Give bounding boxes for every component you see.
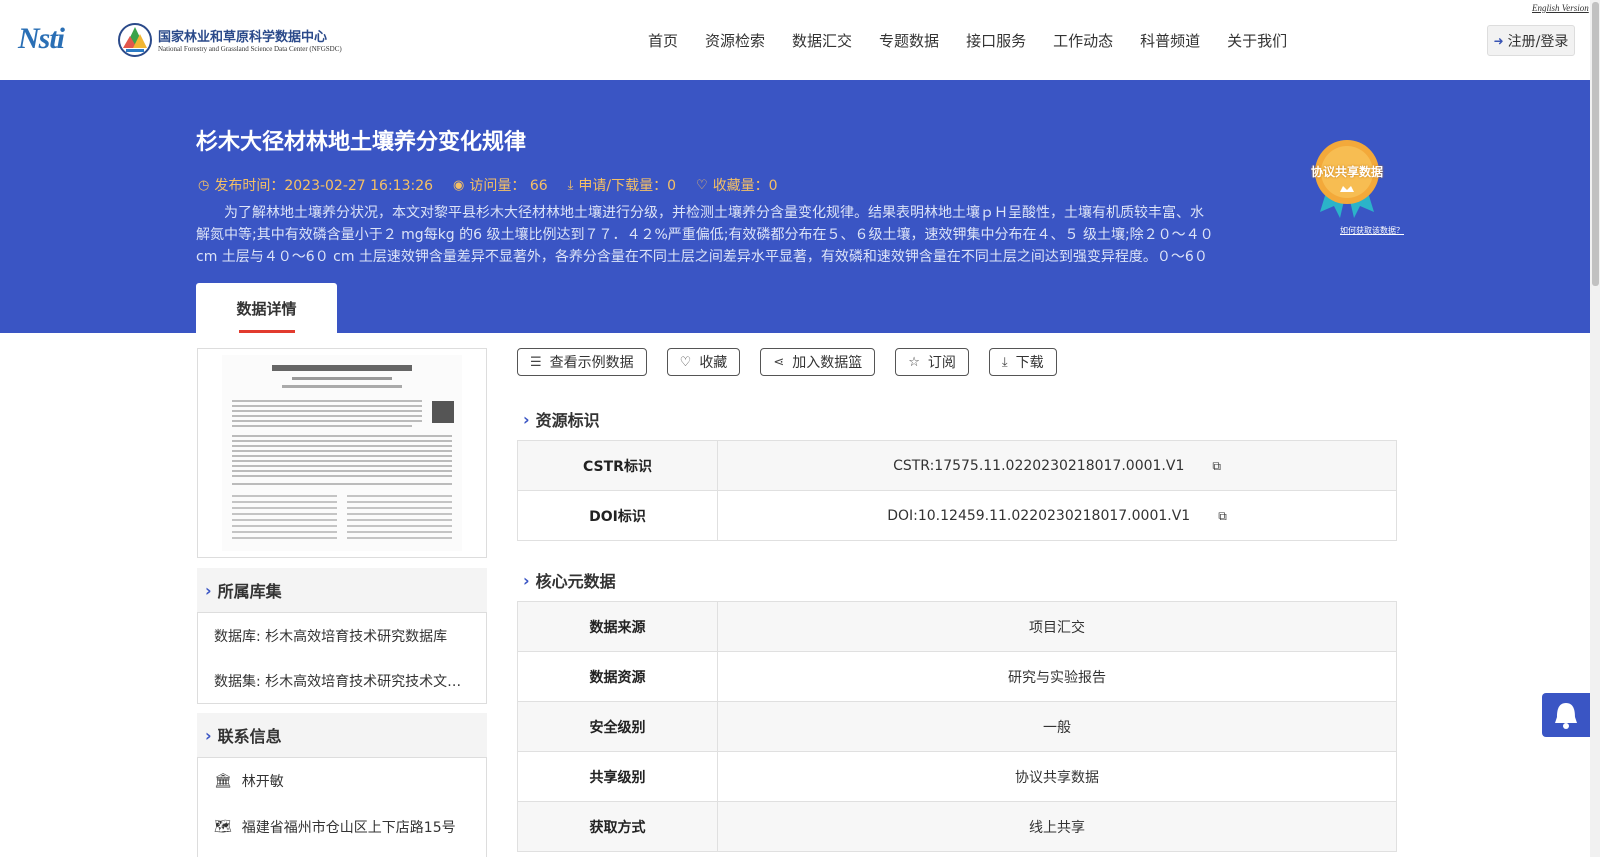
favorite-button[interactable]: ♡ 收藏	[666, 348, 741, 376]
action-bar: ☰ 查看示例数据 ♡ 收藏 ⋖ 加入数据篮 ☆ 订阅 ⤓ 下载	[517, 348, 1077, 376]
nav-home[interactable]: 首页	[648, 30, 678, 51]
cstr-value-cell: CSTR:17575.11.0220230218017.0001.V1 ⧉	[717, 440, 1397, 491]
subscribe-button[interactable]: ☆ 订阅	[895, 348, 969, 376]
site-header: Nsti 国家林业和草原科学数据中心 National Forestry and…	[0, 0, 1600, 80]
visit-count: ◉ 访问量： 66	[453, 177, 548, 195]
table-row: 数据来源 项目汇交	[517, 601, 1397, 652]
contact-name: 林开敏	[241, 774, 284, 790]
heart-icon: ♡	[696, 177, 708, 193]
nav-about-us[interactable]: 关于我们	[1227, 30, 1287, 51]
star-icon: ☆	[908, 354, 920, 370]
table-row: 安全级别 一般	[517, 701, 1397, 752]
english-version-link[interactable]: English Version	[1532, 3, 1589, 13]
table-row: 获取方式 线上共享	[517, 801, 1397, 852]
badge-label: 协议共享数据	[1310, 165, 1383, 179]
meta-key: 数据来源	[517, 601, 718, 652]
cstr-label: CSTR标识	[517, 440, 718, 491]
customer-service-button[interactable]	[1542, 693, 1590, 737]
collection-database[interactable]: 数据库: 杉木高效培育技术研究数据库	[198, 613, 468, 659]
meta-value: 研究与实验报告	[717, 651, 1397, 702]
table-row: 数据资源 研究与实验报告	[517, 651, 1397, 702]
meta-value: 一般	[717, 701, 1397, 752]
contact-header: › 联系信息	[197, 713, 487, 757]
nfgsdc-logo-icon[interactable]	[118, 22, 152, 58]
chevron-right-icon: ›	[523, 570, 530, 590]
nav-api-service[interactable]: 接口服务	[966, 30, 1026, 51]
clock-icon: ◷	[198, 177, 210, 193]
tab-data-details[interactable]: 数据详情	[196, 283, 337, 333]
contact-name-row: 🏛 林开敏	[198, 758, 486, 804]
meta-key: 数据资源	[517, 651, 718, 702]
nav-science-channel[interactable]: 科普频道	[1140, 30, 1200, 51]
favorite-count: ♡ 收藏量：0	[696, 177, 778, 195]
org-name-en: National Forestry and Grassland Science …	[158, 45, 342, 53]
nav-work-news[interactable]: 工作动态	[1053, 30, 1113, 51]
cstr-value: CSTR:17575.11.0220230218017.0001.V1	[893, 457, 1185, 474]
institution-icon: 🏛	[214, 773, 232, 789]
meta-key: 获取方式	[517, 801, 718, 852]
nav-resource-search[interactable]: 资源检索	[705, 30, 765, 51]
collections-list: 数据库: 杉木高效培育技术研究数据库 数据集: 杉木高效培育技术研究技术文献数据…	[197, 612, 487, 704]
collections-header: › 所属库集	[197, 568, 487, 612]
org-name-cn: 国家林业和草原科学数据中心	[158, 30, 328, 45]
login-button[interactable]: ➜ 注册/登录	[1487, 25, 1575, 56]
contact-address: 福建省福州市仓山区上下店路15号	[241, 820, 456, 836]
meta-key: 共享级别	[517, 751, 718, 802]
download-button[interactable]: ⤓ 下载	[988, 348, 1057, 376]
chevron-right-icon: ›	[205, 580, 212, 600]
meta-value: 协议共享数据	[717, 751, 1397, 802]
download-count: ⤓ 申请/下载量：0	[567, 177, 677, 195]
bell-icon	[1555, 703, 1577, 729]
view-sample-data-button[interactable]: ☰ 查看示例数据	[517, 348, 647, 376]
doi-value-cell: DOI:10.12459.11.0220230218017.0001.V1 ⧉	[717, 490, 1397, 541]
meta-value: 线上共享	[717, 801, 1397, 852]
copy-icon[interactable]: ⧉	[1212, 459, 1221, 474]
nsti-logo[interactable]: Nsti	[18, 22, 65, 56]
contact-info: 🏛 林开敏 🗺 福建省福州市仓山区上下店路15号	[197, 757, 487, 857]
core-meta-header: › 核心元数据	[523, 570, 616, 592]
contact-address-row: 🗺 福建省福州市仓山区上下店路15号	[198, 804, 486, 850]
publish-time: ◷ 发布时间：2023-02-27 16:13:26	[198, 177, 434, 195]
resource-id-table: CSTR标识 CSTR:17575.11.0220230218017.0001.…	[517, 440, 1397, 541]
meta-value: 项目汇交	[717, 601, 1397, 652]
how-to-get-data-link[interactable]: 如何获取该数据？	[1340, 225, 1404, 236]
doi-label: DOI标识	[517, 490, 718, 541]
copy-icon[interactable]: ⧉	[1218, 509, 1227, 524]
chevron-right-icon: ›	[523, 409, 530, 429]
table-row: CSTR标识 CSTR:17575.11.0220230218017.0001.…	[517, 440, 1397, 491]
doi-value: DOI:10.12459.11.0220230218017.0001.V1	[887, 507, 1191, 524]
share-icon: ⋖	[773, 354, 785, 370]
page-title: 杉木大径材林地土壤养分变化规律	[196, 130, 527, 155]
active-tab-indicator	[239, 330, 295, 333]
paper-preview-icon[interactable]	[222, 355, 462, 551]
core-meta-table: 数据来源 项目汇交 数据资源 研究与实验报告 安全级别 一般 共享级别 协议共享…	[517, 601, 1397, 852]
chevron-right-icon: ›	[205, 725, 212, 745]
dataset-meta: ◷ 发布时间：2023-02-27 16:13:26 ◉ 访问量： 66 ⤓ 申请/下…	[198, 175, 798, 195]
main-nav: 首页 资源检索 数据汇交 专题数据 接口服务 工作动态 科普频道 关于我们	[648, 30, 1314, 51]
nav-data-submission[interactable]: 数据汇交	[792, 30, 852, 51]
table-row: DOI标识 DOI:10.12459.11.0220230218017.0001…	[517, 490, 1397, 541]
scrollbar-thumb[interactable]	[1592, 2, 1599, 286]
dataset-abstract: 为了解林地土壤养分状况，本文对黎平县杉木大径材林地土壤进行分级，并检测土壤养分含…	[196, 205, 1214, 265]
eye-icon: ◉	[453, 177, 465, 193]
resource-id-header: › 资源标识	[523, 409, 600, 431]
download-icon: ⤓	[567, 177, 574, 193]
table-row: 共享级别 协议共享数据	[517, 751, 1397, 802]
add-to-basket-button[interactable]: ⋖ 加入数据篮	[760, 348, 876, 376]
database-icon: ☰	[530, 354, 542, 370]
download-icon: ⤓	[1001, 354, 1008, 370]
collection-dataset[interactable]: 数据集: 杉木高效培育技术研究技术文献数据集	[198, 659, 468, 705]
meta-key: 安全级别	[517, 701, 718, 752]
map-icon: 🗺	[214, 819, 232, 835]
login-label: 注册/登录	[1507, 33, 1569, 50]
heart-icon: ♡	[679, 354, 692, 370]
nav-thematic-data[interactable]: 专题数据	[879, 30, 939, 51]
sign-in-icon: ➜	[1493, 33, 1504, 48]
